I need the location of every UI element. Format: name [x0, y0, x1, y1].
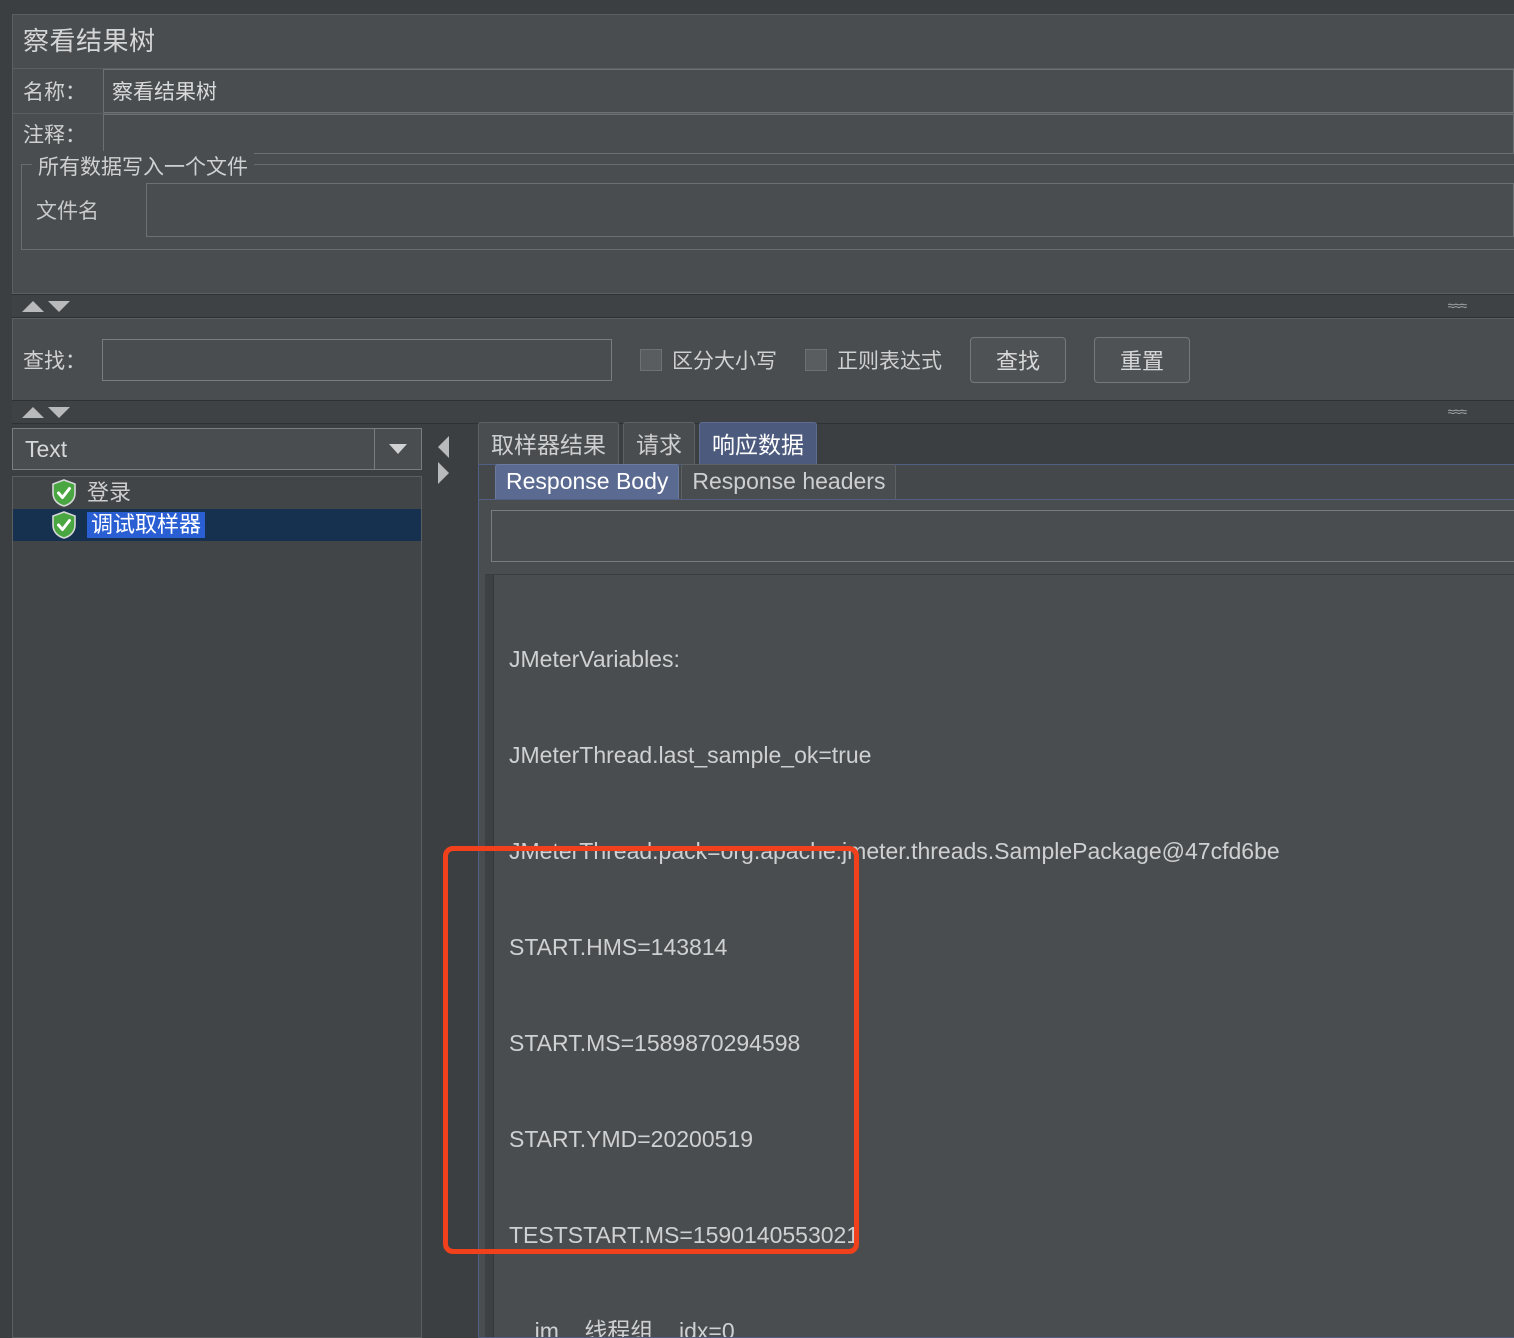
- splitter-vertical[interactable]: [430, 428, 456, 1338]
- splitter-grip-icon[interactable]: ≈≈≈: [1448, 299, 1467, 312]
- splitter-top-arrows[interactable]: [22, 300, 70, 312]
- jmeter-view-results-tree-window: 察看结果树 名称： 注释： 所有数据写入一个文件 文件名 ≈≈≈ 查找：: [0, 0, 1514, 1338]
- splitter-middle[interactable]: ≈≈≈: [12, 400, 1514, 424]
- response-body-view: JMeterVariables: JMeterThread.last_sampl…: [479, 499, 1514, 1337]
- search-label: 查找：: [23, 350, 86, 373]
- splitter-middle-arrows[interactable]: [22, 406, 70, 418]
- response-line: JMeterVariables:: [509, 646, 680, 672]
- filename-field-row: 文件名: [22, 183, 1514, 237]
- chevron-right-icon[interactable]: [437, 462, 449, 484]
- renderer-select[interactable]: Text: [12, 428, 422, 470]
- response-body-scrollbar[interactable]: [485, 575, 494, 1337]
- tree-item-label: 调试取样器: [87, 511, 206, 539]
- response-line: START.YMD=20200519: [509, 1126, 753, 1152]
- filename-input[interactable]: [146, 183, 1514, 237]
- search-input[interactable]: [102, 339, 612, 381]
- response-line: START.HMS=143814: [509, 934, 728, 960]
- success-shield-icon: [52, 511, 76, 539]
- filename-label: 文件名: [36, 200, 99, 223]
- result-tree[interactable]: 登录 调试取样器: [12, 476, 422, 1338]
- tab-response-data[interactable]: 响应数据: [699, 422, 817, 464]
- regex-checkbox-wrap[interactable]: 正则表达式: [805, 345, 942, 375]
- regex-checkbox[interactable]: [805, 349, 827, 371]
- config-panel: 察看结果树 名称： 注释： 所有数据写入一个文件 文件名: [12, 14, 1514, 294]
- search-panel: 查找： 区分大小写 正则表达式 查找 重置: [12, 318, 1514, 402]
- case-sensitive-checkbox[interactable]: [640, 349, 662, 371]
- chevron-up-icon[interactable]: [22, 300, 44, 312]
- reset-button[interactable]: 重置: [1094, 337, 1190, 383]
- tree-item-debug-sampler[interactable]: 调试取样器: [13, 509, 421, 541]
- find-button[interactable]: 查找: [970, 337, 1066, 383]
- regex-label: 正则表达式: [837, 350, 942, 373]
- sampler-detail-pane: 取样器结果 请求 响应数据 Response Body Response hea…: [458, 422, 1514, 1338]
- subtab-response-body[interactable]: Response Body: [495, 464, 680, 499]
- page-title: 察看结果树: [13, 15, 1514, 68]
- response-search-input[interactable]: [491, 510, 1514, 562]
- tree-item-label: 登录: [87, 479, 132, 505]
- chevron-left-icon[interactable]: [437, 436, 449, 458]
- chevron-down-icon[interactable]: [374, 429, 421, 469]
- response-line: TESTSTART.MS=1590140553021: [509, 1222, 860, 1248]
- results-tree-pane: Text 登录 调试取样器: [12, 428, 430, 1338]
- tab-sampler-result[interactable]: 取样器结果: [478, 422, 619, 464]
- response-line: JMeterThread.pack=org.apache.jmeter.thre…: [509, 838, 1280, 864]
- name-input[interactable]: [103, 69, 1514, 113]
- response-line: JMeterThread.last_sample_ok=true: [509, 742, 872, 768]
- splitter-grip-icon[interactable]: ≈≈≈: [1448, 405, 1467, 418]
- write-all-data-group: 所有数据写入一个文件 文件名: [21, 151, 1514, 250]
- comment-input[interactable]: [103, 114, 1514, 154]
- subtab-response-headers[interactable]: Response headers: [681, 464, 897, 499]
- comment-label: 注释：: [23, 124, 86, 147]
- chevron-down-icon[interactable]: [48, 406, 70, 418]
- success-shield-icon: [52, 479, 76, 507]
- response-body-text-area[interactable]: JMeterVariables: JMeterThread.last_sampl…: [485, 574, 1514, 1337]
- chevron-up-icon[interactable]: [22, 406, 44, 418]
- case-sensitive-label: 区分大小写: [672, 350, 777, 373]
- response-data-panel: Response Body Response headers JMeterVar…: [478, 464, 1514, 1338]
- tab-request[interactable]: 请求: [623, 422, 695, 464]
- renderer-select-value: Text: [25, 435, 68, 462]
- name-field-row: 名称：: [13, 68, 1514, 113]
- chevron-down-icon[interactable]: [48, 300, 70, 312]
- response-line: __jm__线程组__idx=0: [509, 1318, 735, 1337]
- name-label: 名称：: [23, 81, 86, 104]
- tree-item-login[interactable]: 登录: [13, 477, 421, 509]
- case-sensitive-checkbox-wrap[interactable]: 区分大小写: [640, 345, 777, 375]
- results-area: Text 登录 调试取样器 取样器结果 请求 响应数据 Response Bod…: [12, 422, 1514, 1338]
- detail-tabs: 取样器结果 请求 响应数据: [458, 422, 1514, 464]
- write-all-data-legend: 所有数据写入一个文件: [32, 151, 254, 181]
- splitter-top[interactable]: ≈≈≈: [12, 294, 1514, 318]
- response-line: START.MS=1589870294598: [509, 1030, 801, 1056]
- comment-field-row: 注释：: [13, 113, 1514, 154]
- response-subtabs: Response Body Response headers: [479, 464, 1514, 499]
- response-body-lines: JMeterVariables: JMeterThread.last_sampl…: [509, 579, 1514, 1337]
